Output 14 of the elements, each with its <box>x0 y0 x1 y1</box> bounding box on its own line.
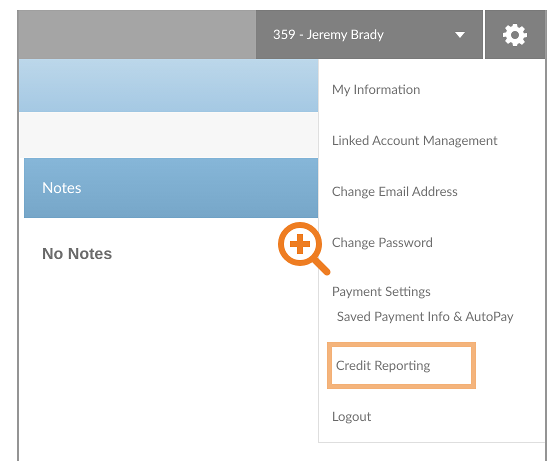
menu-item[interactable]: Change Password <box>332 232 433 252</box>
menu-item-subtitle[interactable]: Saved Payment Info & AutoPay <box>332 306 514 326</box>
notes-title: Notes <box>42 178 82 199</box>
empty-notes-text: No Notes <box>42 245 112 265</box>
menu-item[interactable]: Linked Account Management <box>332 130 498 150</box>
menu-item[interactable]: Change Email Address <box>332 182 458 202</box>
settings-button[interactable] <box>485 10 545 59</box>
user-dropdown[interactable]: 359 - Jeremy Brady <box>256 10 484 59</box>
settings-icon <box>503 22 528 46</box>
menu-item[interactable]: Payment Settings <box>332 282 545 302</box>
caret-icon <box>455 32 466 38</box>
menu-item[interactable]: Credit Reporting <box>326 342 476 390</box>
menu-item[interactable]: My Information <box>332 80 420 100</box>
menu-item[interactable]: Logout <box>332 406 372 426</box>
